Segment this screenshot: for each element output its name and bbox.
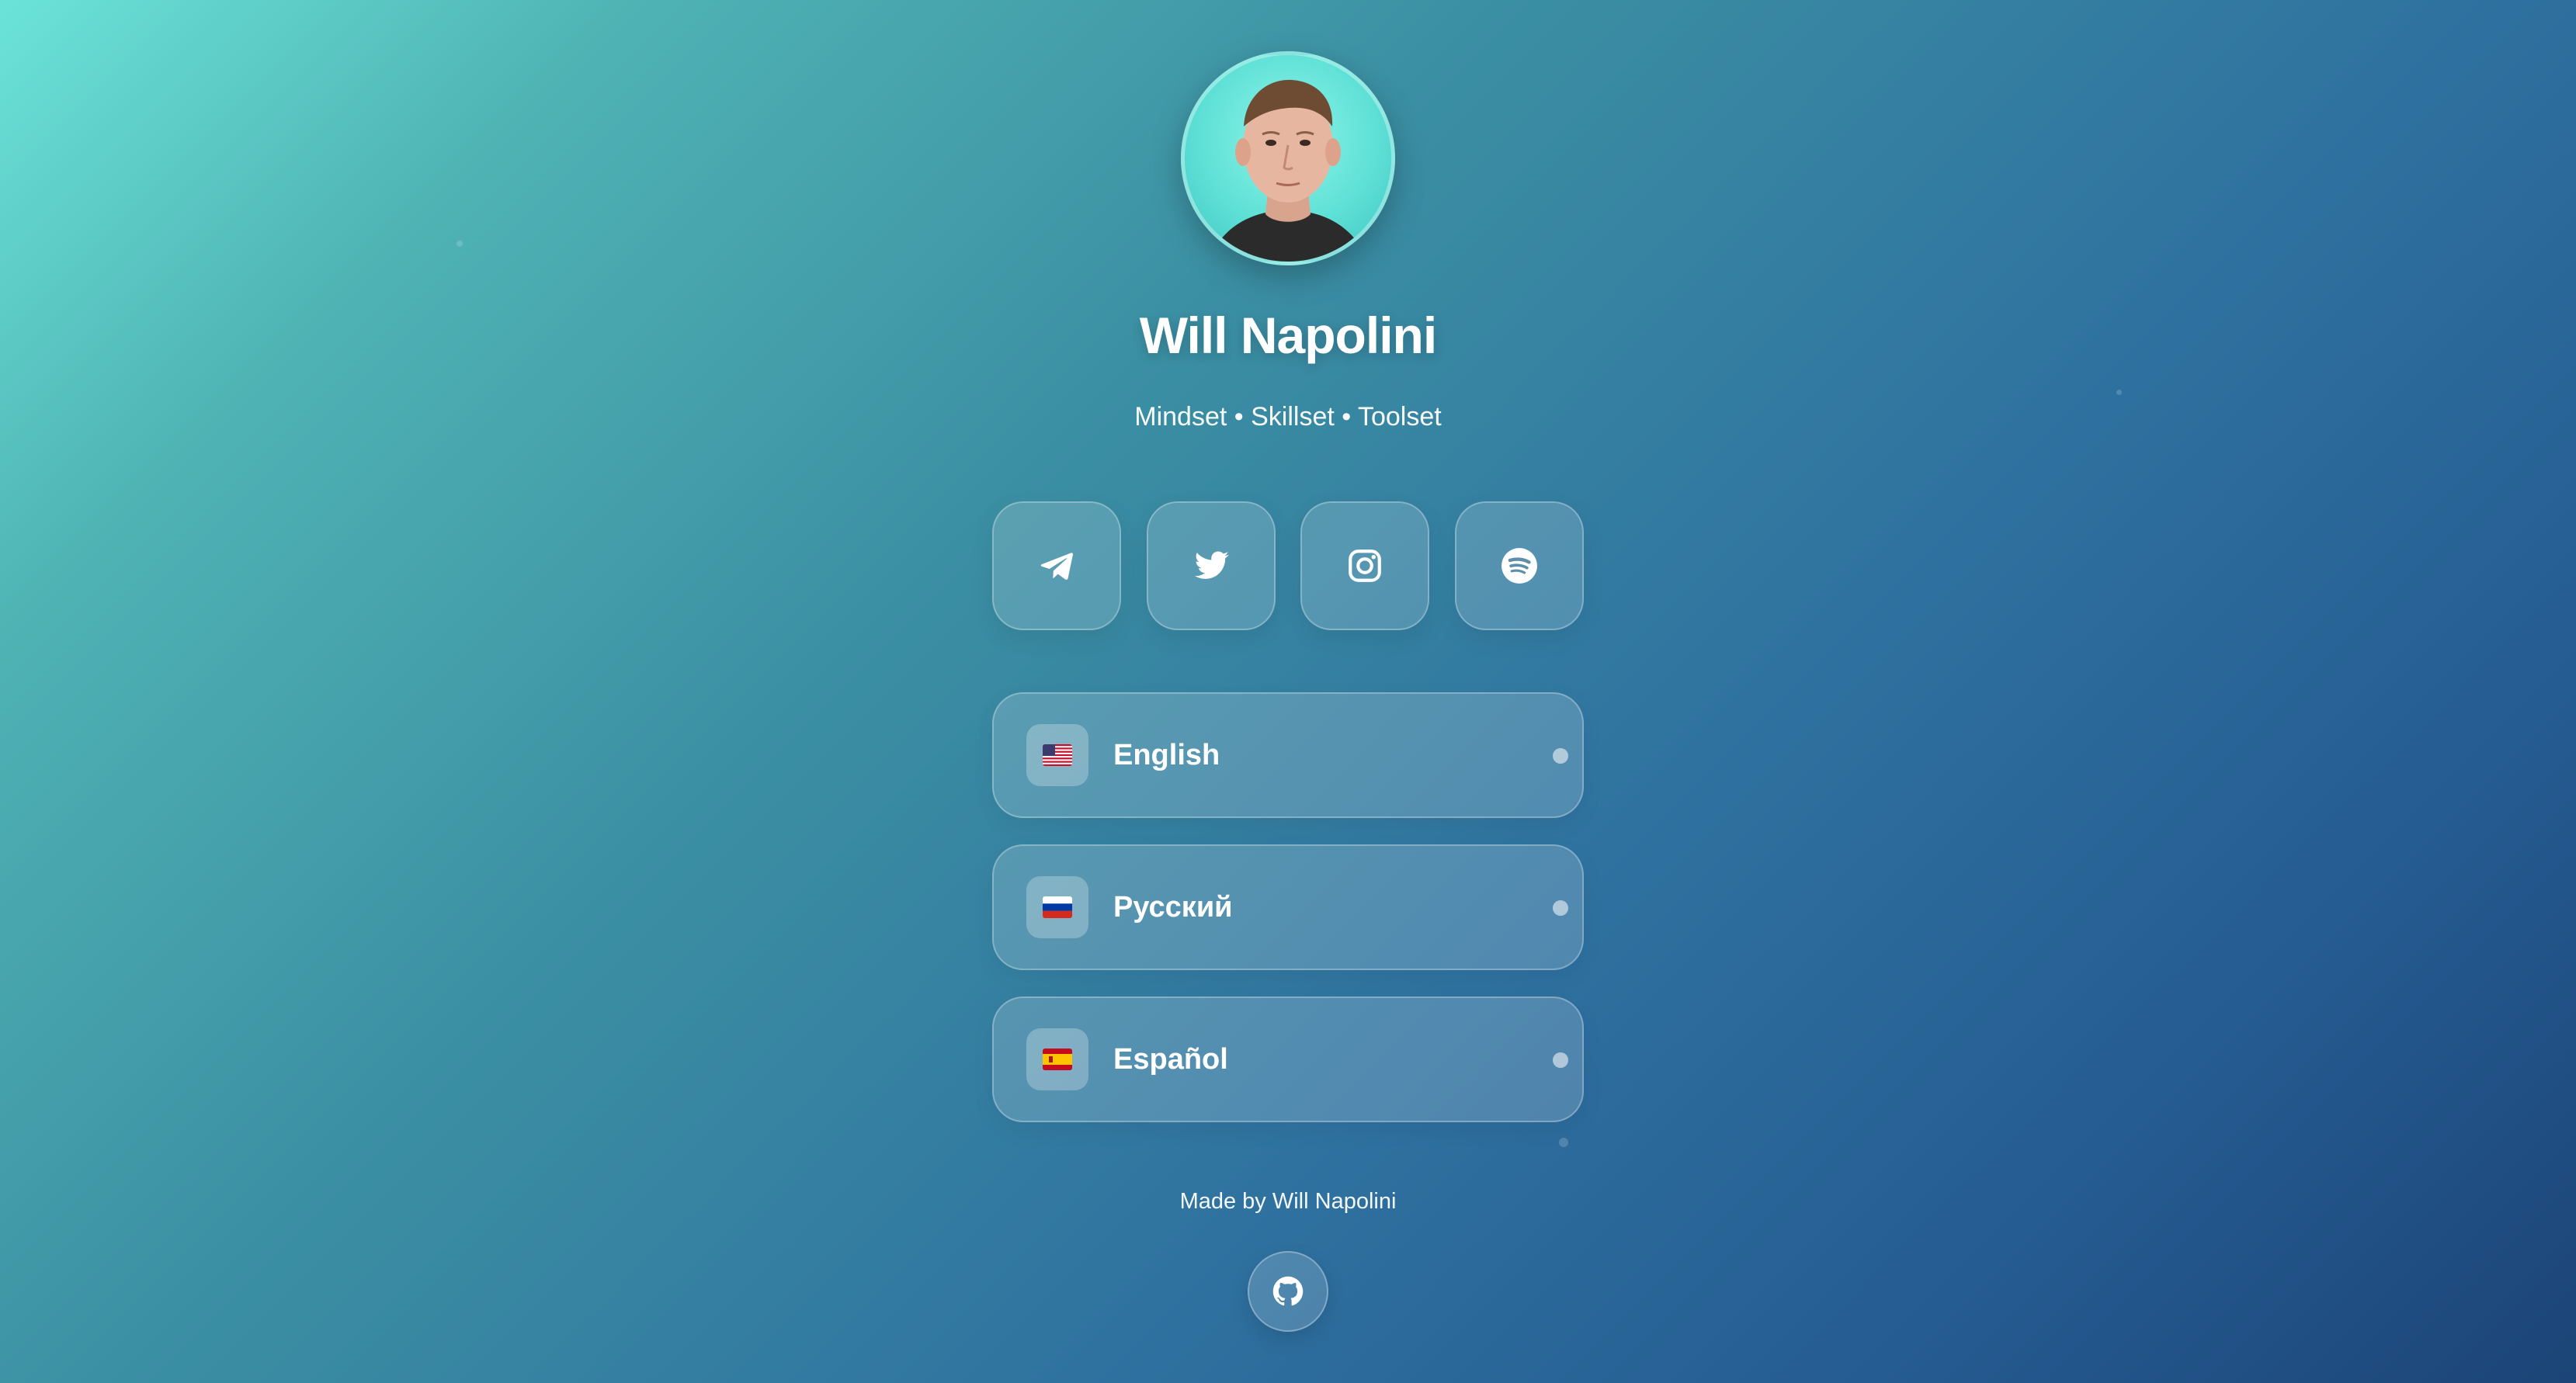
- status-dot: [1553, 748, 1568, 764]
- decorative-dot: [2116, 390, 2122, 395]
- flag-container: [1026, 876, 1088, 938]
- avatar: [1181, 51, 1395, 265]
- github-button[interactable]: [1248, 1251, 1328, 1332]
- twitter-icon: [1194, 551, 1229, 579]
- ru-flag-icon: [1043, 896, 1072, 918]
- avatar-portrait: [1208, 79, 1368, 262]
- language-item-english[interactable]: English: [992, 692, 1584, 818]
- language-label: English: [1113, 738, 1220, 771]
- spotify-icon: [1502, 548, 1537, 584]
- profile-tagline: Mindset • Skillset • Toolset: [1134, 402, 1442, 432]
- us-flag-icon: [1043, 744, 1072, 766]
- instagram-button[interactable]: [1300, 501, 1430, 630]
- decorative-dot: [457, 241, 463, 247]
- flag-container: [1026, 724, 1088, 786]
- social-links: [992, 501, 1584, 630]
- es-flag-icon: [1043, 1049, 1072, 1070]
- github-icon: [1272, 1276, 1304, 1306]
- flag-container: [1026, 1028, 1088, 1090]
- language-item-spanish[interactable]: Español: [992, 997, 1584, 1122]
- language-label: Español: [1113, 1042, 1228, 1076]
- spotify-button[interactable]: [1454, 501, 1584, 630]
- footer-credit: Made by Will Napolini: [1179, 1189, 1397, 1214]
- profile-page: Will Napolini Mindset • Skillset • Tools…: [0, 0, 2576, 1383]
- language-item-russian[interactable]: Русский: [992, 844, 1584, 970]
- status-dot: [1553, 900, 1568, 916]
- profile-name: Will Napolini: [1139, 307, 1437, 364]
- language-list: English Русский Español: [992, 692, 1584, 1149]
- twitter-button[interactable]: [1146, 501, 1276, 630]
- status-dot: [1553, 1052, 1568, 1068]
- telegram-icon: [1040, 553, 1073, 580]
- language-label: Русский: [1113, 890, 1233, 924]
- telegram-button[interactable]: [992, 501, 1121, 630]
- instagram-icon: [1349, 549, 1382, 582]
